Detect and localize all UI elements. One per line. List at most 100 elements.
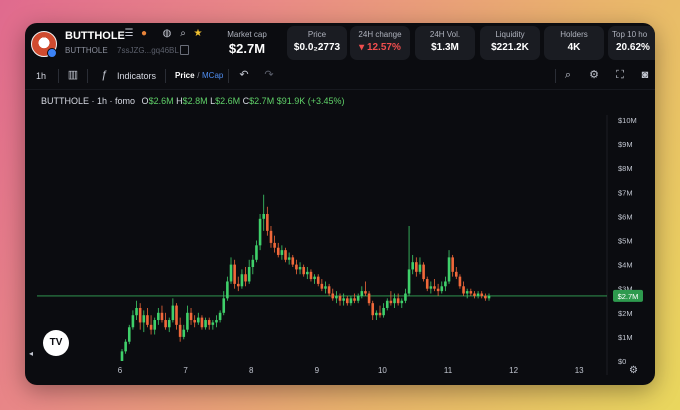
token-address[interactable]: 7ssJZG...gq46BL: [117, 46, 179, 55]
zoom-icon[interactable]: ⌕: [561, 68, 575, 82]
candle-body: [302, 267, 305, 275]
settings-icon[interactable]: ⚙: [587, 68, 601, 82]
fullscreen-icon[interactable]: ⛶: [613, 68, 627, 82]
candles-icon[interactable]: ▥: [66, 68, 80, 82]
stat-label: 24H change: [358, 30, 402, 39]
candle-body: [385, 300, 389, 308]
globe-icon[interactable]: ◍: [161, 28, 173, 40]
candle-body: [309, 271, 313, 280]
y-tick-label: $0: [618, 357, 626, 366]
price-toggle[interactable]: Price: [175, 69, 195, 83]
candle-body: [473, 293, 476, 296]
menu-icon[interactable]: ☰: [123, 28, 135, 40]
candle-body: [182, 329, 186, 337]
y-tick-label: $7M: [618, 188, 633, 197]
candle-body: [360, 291, 364, 296]
candle-body: [146, 315, 149, 325]
candle-body: [236, 283, 240, 287]
star-icon[interactable]: ★: [192, 28, 204, 40]
scroll-left-icon[interactable]: ◂: [29, 349, 33, 358]
candle-body: [164, 320, 167, 328]
redo-icon[interactable]: ↷: [262, 68, 276, 82]
candle-body: [149, 324, 153, 330]
candle-body: [331, 293, 335, 299]
candle-body: [353, 298, 356, 301]
indicators-icon[interactable]: ƒ: [97, 68, 111, 82]
token-header: BUTTHOLE ☰ ● ◍ ⌕ ★ BUTTHOLE 7ssJZG...gq4…: [25, 23, 655, 63]
candle-body: [229, 264, 233, 282]
candle-body: [378, 312, 382, 316]
token-name: BUTTHOLE: [65, 30, 125, 42]
y-tick-label: $1M: [618, 333, 633, 342]
candle-body: [454, 271, 458, 277]
x-tick-label: 12: [509, 366, 518, 375]
toolbar-divider: [555, 69, 556, 83]
stat-price: Price $0.0₂2773: [287, 26, 347, 60]
candle-body: [436, 288, 440, 292]
stat-value: $0.0₂2773: [293, 42, 341, 53]
y-tick-label: $10M: [618, 116, 637, 125]
candle-body: [484, 295, 487, 299]
candle-body: [218, 312, 222, 321]
stat-holders: Holders 4K: [544, 26, 604, 60]
search-icon[interactable]: ⌕: [177, 28, 189, 40]
candle-body: [382, 307, 385, 316]
candle-body: [415, 262, 418, 272]
candle-body: [247, 267, 251, 282]
candle-body: [215, 320, 218, 323]
candle-body: [138, 307, 142, 323]
candle-body: [255, 245, 258, 260]
last-price-label: $2.7M: [618, 292, 639, 301]
candle-body: [404, 293, 407, 301]
token-symbol: BUTTHOLE: [65, 46, 108, 55]
candle-body: [291, 257, 295, 265]
copy-icon[interactable]: [180, 45, 189, 55]
x-tick-label: 11: [444, 366, 453, 375]
candle-body: [444, 281, 447, 287]
candle-body: [469, 291, 473, 294]
tradingview-logo[interactable]: TV: [43, 330, 69, 356]
toolbar-divider: [228, 69, 229, 83]
candle-body: [175, 305, 178, 325]
candle-body: [240, 274, 244, 287]
undo-icon[interactable]: ↶: [237, 68, 251, 82]
indicators-button[interactable]: Indicators: [117, 69, 156, 83]
x-tick-label: 8: [249, 366, 254, 375]
price-chart[interactable]: $0$1M$2M$3M$4M$5M$6M$7M$8M$9M$10M6 7 8 9 10 1…: [25, 89, 655, 385]
candle-body: [167, 320, 171, 328]
stat-label: Price: [307, 30, 327, 39]
candle-body: [127, 327, 131, 342]
toolbar-divider: [87, 69, 88, 83]
candle-body: [197, 317, 200, 323]
candle-body: [375, 312, 378, 316]
candle-body: [418, 264, 422, 272]
candle-body: [476, 293, 480, 296]
interval-selector[interactable]: 1h: [36, 69, 46, 83]
candle-body: [316, 276, 320, 284]
candle-body: [295, 264, 298, 270]
fomo-icon[interactable]: ●: [138, 28, 150, 40]
candle-body: [131, 315, 135, 328]
y-tick-label: $5M: [618, 237, 633, 246]
stat-top10-holders: Top 10 ho 20.62%: [608, 26, 655, 60]
candle-body: [276, 247, 280, 255]
axis-settings-icon[interactable]: ⚙: [629, 365, 638, 376]
mcap-toggle[interactable]: MCap: [202, 69, 223, 83]
candle-body: [335, 295, 338, 299]
stat-24h-volume: 24H Vol. $1.3M: [415, 26, 475, 60]
candle-body: [447, 257, 451, 282]
camera-icon[interactable]: ◙: [638, 68, 652, 82]
candle-body: [120, 351, 124, 361]
stat-value: 20.62%: [616, 42, 650, 53]
candle-body: [324, 286, 327, 289]
candle-body: [465, 291, 469, 294]
toolbar-divider: [58, 69, 59, 83]
candle-body: [400, 300, 404, 304]
candle-body: [345, 298, 349, 304]
chart-toolbar: 1h ▥ ƒ Indicators Price / MCap ↶ ↷ ⌕ ⚙ ⛶…: [25, 63, 655, 90]
candle-body: [262, 213, 266, 219]
candle-body: [124, 341, 127, 352]
stat-value: $2.7M: [228, 41, 266, 56]
stat-market-cap: Market cap $2.7M: [217, 26, 277, 60]
toggle-separator: /: [195, 71, 202, 80]
